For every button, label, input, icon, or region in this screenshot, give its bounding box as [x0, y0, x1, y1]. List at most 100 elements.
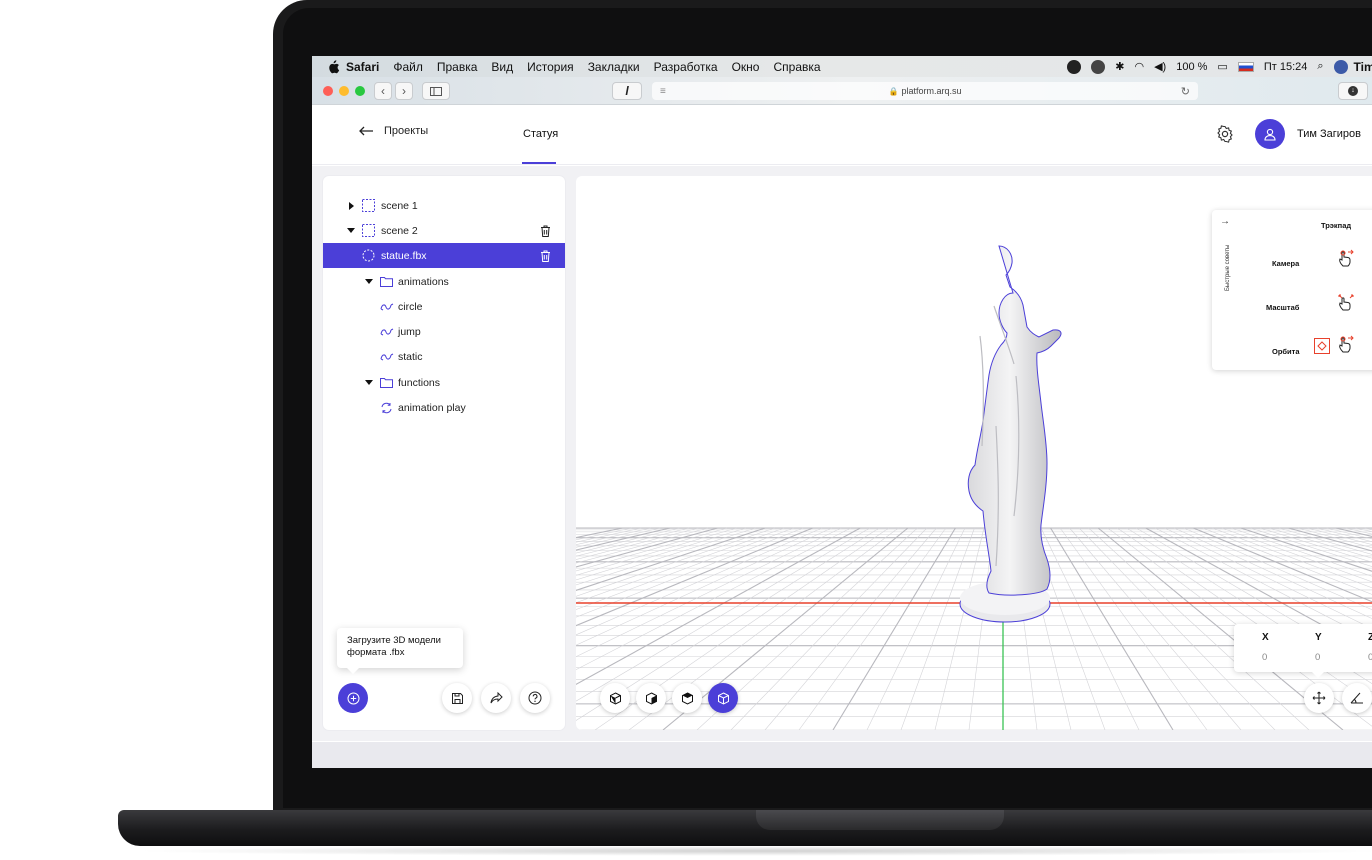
menu-bookmarks[interactable]: Закладки: [588, 60, 640, 74]
tree-item-functions[interactable]: functions: [323, 370, 565, 395]
forward-nav-button[interactable]: ›: [395, 82, 413, 100]
tree-item-label: animations: [398, 275, 449, 288]
spotlight-search-icon[interactable]: ⌕: [1317, 60, 1323, 73]
menu-view[interactable]: Вид: [491, 60, 513, 74]
tree-item-label: jump: [398, 325, 421, 338]
zoom-window-button[interactable]: [355, 86, 365, 96]
tree-item-label: static: [398, 350, 423, 363]
grid-line: [832, 527, 956, 730]
close-window-button[interactable]: [323, 86, 333, 96]
cube-top-icon: [681, 691, 693, 705]
apple-icon[interactable]: [326, 59, 340, 74]
share-button[interactable]: [481, 683, 511, 713]
upload-tooltip: Загрузите 3D модели формата .fbx: [337, 628, 463, 674]
menubar-status-area: ✱ ◠ ◀) 100 % ▭ Пт 15:24 ⌕ Tim Za: [1067, 56, 1372, 77]
reader-icon[interactable]: ≡: [660, 86, 666, 97]
back-nav-button[interactable]: ‹: [374, 82, 392, 100]
battery-icon[interactable]: ▭: [1217, 60, 1227, 73]
tip-camera-label: Камера: [1272, 259, 1300, 268]
help-button[interactable]: [520, 683, 550, 713]
tree-item-statue-fbx[interactable]: statue.fbx: [323, 243, 565, 268]
grid-line: [1059, 527, 1208, 730]
downloads-button[interactable]: ↓: [1338, 82, 1368, 100]
tray-cloud-icon[interactable]: [1091, 59, 1106, 74]
tree-item-static[interactable]: static: [323, 344, 565, 369]
view-cube-top-button[interactable]: [672, 683, 702, 713]
tree-item-jump[interactable]: jump: [323, 319, 565, 344]
orbit-key-icon: [1314, 338, 1330, 354]
app-header: Проекты Статуя Тим Загиров: [312, 105, 1372, 165]
sidebar-toggle-button[interactable]: [422, 82, 450, 100]
grid-line: [900, 527, 975, 730]
tips-title: Трэкпад: [1321, 221, 1352, 230]
save-button[interactable]: [442, 683, 472, 713]
expand-caret-icon[interactable]: [349, 201, 354, 210]
battery-percent: 100 %: [1176, 60, 1208, 73]
menu-file[interactable]: Файл: [393, 60, 423, 74]
tray-app-icon[interactable]: [1067, 59, 1082, 74]
input-language-flag-icon[interactable]: [1237, 61, 1254, 72]
collapse-caret-icon[interactable]: [365, 279, 373, 284]
tree-item-scene-1[interactable]: scene 1: [323, 193, 565, 218]
coord-z-value[interactable]: 0: [1368, 652, 1372, 663]
coord-x-value[interactable]: 0: [1262, 652, 1267, 663]
safari-toolbar: ‹ › l ≡ 🔒 platform.arq.su ↻ ↓: [312, 77, 1372, 105]
move-icon: [1312, 691, 1326, 705]
trash-icon[interactable]: [540, 250, 551, 262]
grid-line: [934, 527, 985, 730]
add-model-button[interactable]: [338, 683, 368, 713]
volume-icon[interactable]: ◀): [1154, 60, 1166, 73]
bluetooth-icon[interactable]: ✱: [1115, 60, 1124, 73]
user-name[interactable]: Тим Загиров: [1297, 128, 1361, 140]
folder-icon: [380, 277, 393, 287]
grid-line: [764, 527, 937, 730]
grid-line: [1050, 527, 1174, 730]
3d-viewport[interactable]: → Быстрые советы Трэкпад Камера Масштаб …: [576, 176, 1372, 730]
trash-icon[interactable]: [540, 225, 551, 237]
siri-icon[interactable]: [1333, 59, 1348, 74]
favorites-button[interactable]: l: [612, 82, 642, 100]
coord-z-label: Z: [1368, 632, 1372, 643]
minimize-window-button[interactable]: [339, 86, 349, 96]
menu-app-name[interactable]: Safari: [346, 60, 379, 74]
tab-statue[interactable]: Статуя: [523, 128, 558, 140]
collapse-caret-icon[interactable]: [347, 228, 355, 233]
view-cube-perspective-button[interactable]: [708, 683, 738, 713]
user-avatar[interactable]: [1255, 119, 1285, 149]
move-tool-button[interactable]: [1304, 683, 1334, 713]
back-to-projects-link[interactable]: Проекты: [358, 125, 428, 137]
view-cube-side-button[interactable]: [636, 683, 666, 713]
cube-side-icon: [645, 691, 657, 705]
grid-line: [1040, 527, 1140, 730]
menu-help[interactable]: Справка: [773, 60, 820, 74]
reload-icon[interactable]: ↻: [1181, 85, 1190, 98]
menubar-user-name[interactable]: Tim Za: [1354, 60, 1372, 74]
gear-icon[interactable]: [1216, 125, 1234, 143]
cube-outline-icon: [717, 691, 729, 705]
clock[interactable]: Пт 15:24: [1264, 61, 1308, 73]
view-cube-front-button[interactable]: [600, 683, 630, 713]
collapse-caret-icon[interactable]: [365, 380, 373, 385]
tree-item-label: functions: [398, 376, 441, 389]
address-bar[interactable]: ≡ 🔒 platform.arq.su ↻: [652, 82, 1198, 100]
help-icon: [528, 691, 542, 705]
orbit-gesture-icon: [1339, 335, 1354, 353]
save-icon: [451, 692, 463, 704]
tree-item-animations[interactable]: animations: [323, 269, 565, 294]
wifi-icon[interactable]: ◠: [1134, 60, 1144, 73]
quick-tips-label: Быстрые советы: [1225, 244, 1231, 291]
angle-tool-button[interactable]: [1342, 683, 1372, 713]
collapse-tips-icon[interactable]: →: [1220, 216, 1230, 227]
tree-item-scene-2[interactable]: scene 2: [323, 218, 565, 243]
two-finger-swipe-icon: [1339, 249, 1354, 267]
tree-item-animation-play[interactable]: animation play: [323, 395, 565, 420]
menu-window[interactable]: Окно: [732, 60, 760, 74]
scene-icon: [362, 199, 375, 212]
menu-develop[interactable]: Разработка: [654, 60, 718, 74]
tree-item-circle[interactable]: circle: [323, 294, 565, 319]
menu-edit[interactable]: Правка: [437, 60, 478, 74]
coord-y-value[interactable]: 0: [1315, 652, 1320, 663]
tip-orbit-label: Орбита: [1272, 347, 1300, 356]
tree-item-label: statue.fbx: [381, 249, 427, 262]
menu-history[interactable]: История: [527, 60, 574, 74]
